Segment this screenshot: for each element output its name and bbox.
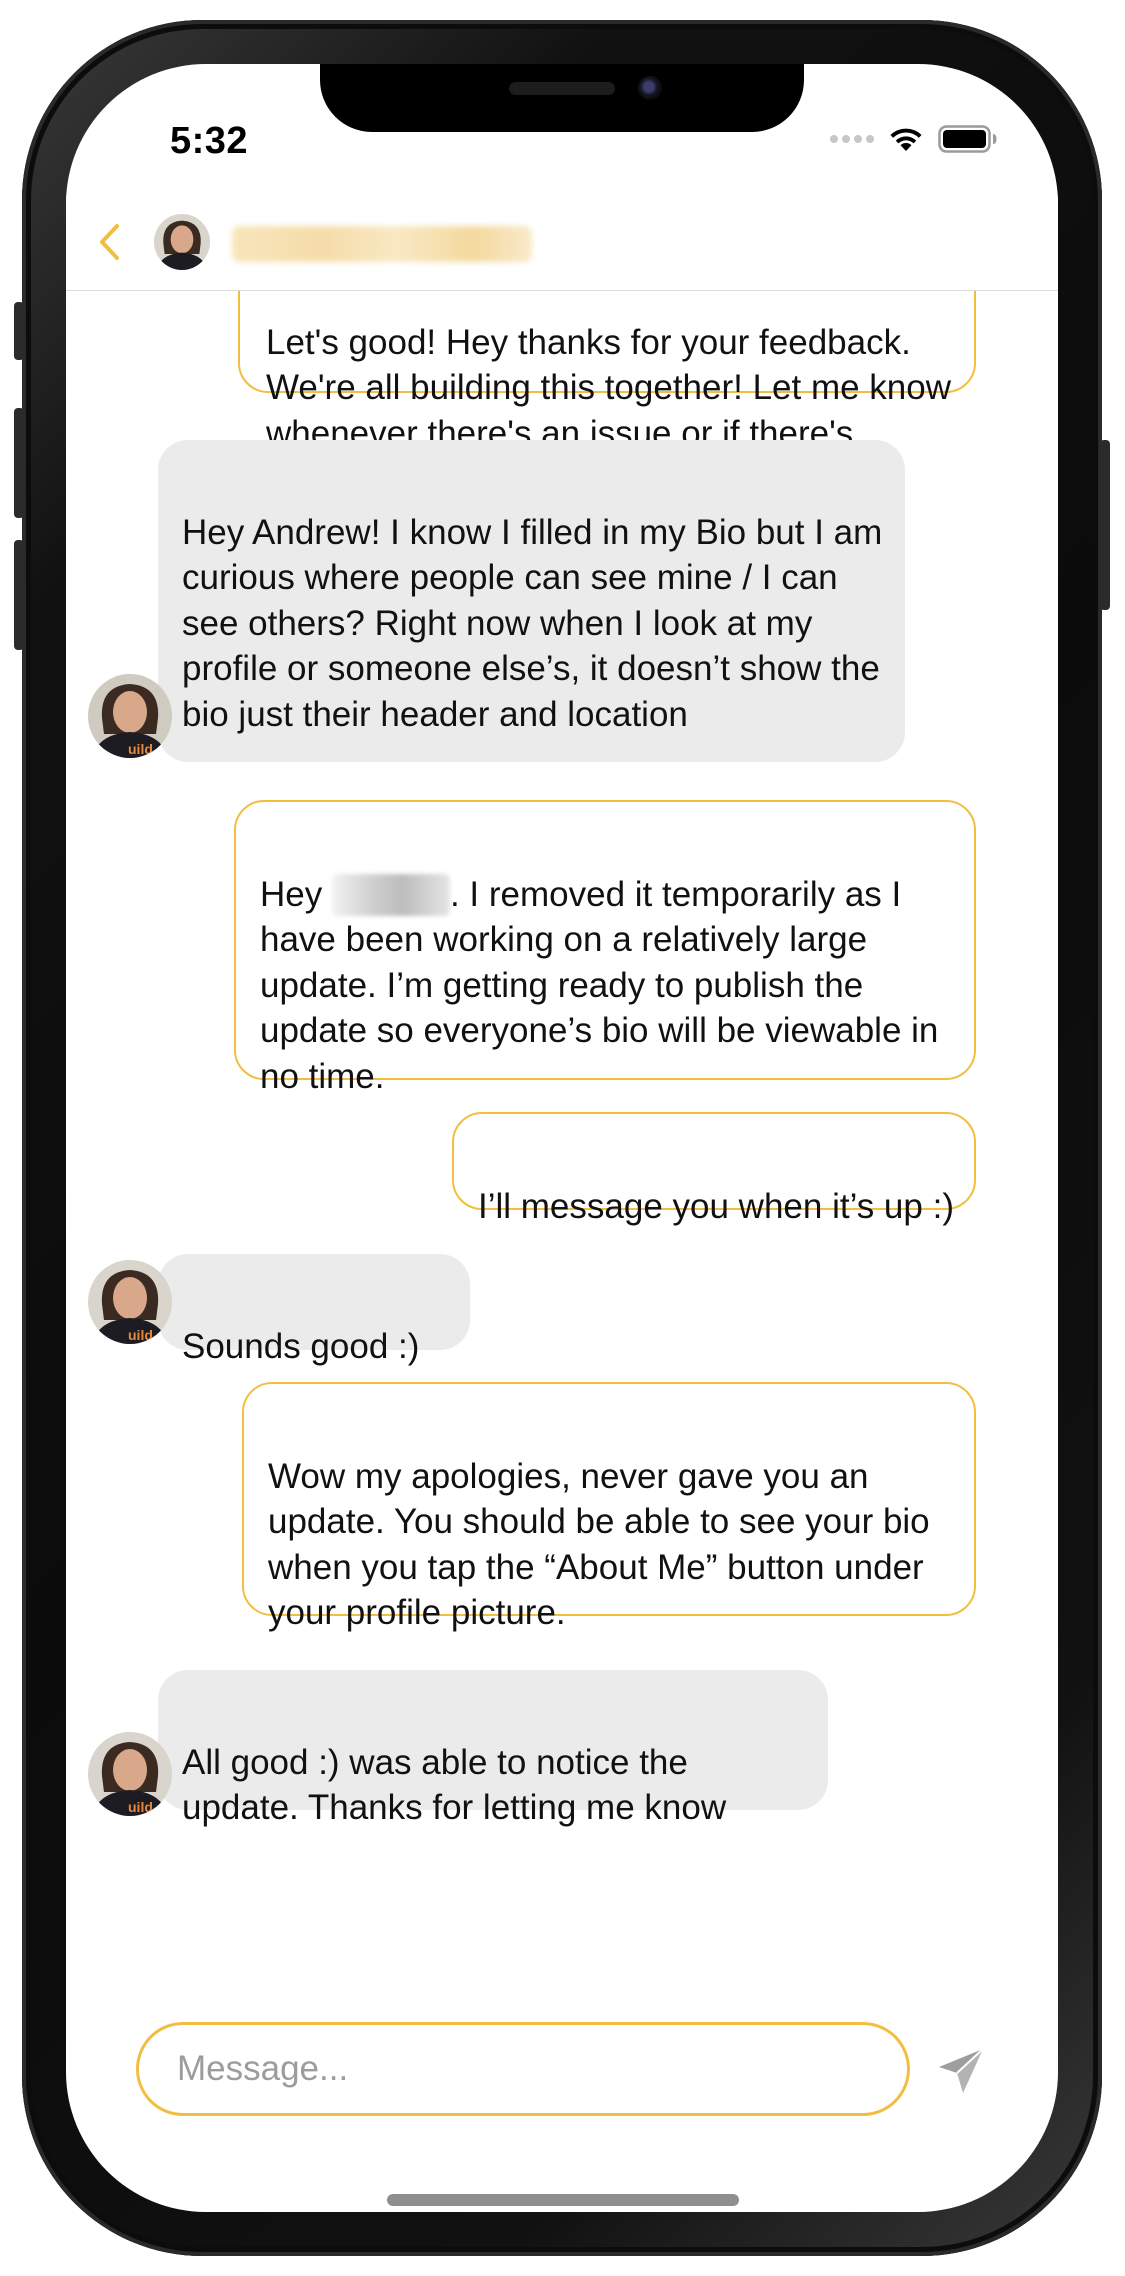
message-text: All good :) was able to notice the updat… xyxy=(182,1742,727,1828)
page: 5:32 Let's good! Hey thanks for your fee… xyxy=(0,0,1125,2276)
contact-avatar[interactable]: uild xyxy=(88,1732,172,1816)
status-time: 5:32 xyxy=(170,120,249,162)
message-composer xyxy=(136,2022,910,2116)
notch xyxy=(320,64,804,132)
battery-icon xyxy=(938,125,997,153)
message-bubble-outgoing: Let's good! Hey thanks for your feedback… xyxy=(238,290,976,544)
svg-text:uild: uild xyxy=(128,741,153,757)
screen: 5:32 Let's good! Hey thanks for your fee… xyxy=(66,64,1058,2212)
message-bubble-incoming: All good :) was able to notice the updat… xyxy=(158,1670,828,1827)
message-text: I’ll message you when it’s up :) xyxy=(478,1186,954,1226)
volume-down-button xyxy=(14,540,24,650)
contact-avatar[interactable]: uild xyxy=(88,674,172,758)
home-indicator[interactable] xyxy=(387,2194,739,2206)
message-bubble-outgoing: I’ll message you when it’s up :) xyxy=(452,1112,976,1226)
svg-text:uild: uild xyxy=(128,1327,153,1343)
cellular-signal-icon xyxy=(830,135,874,143)
contact-name-redacted[interactable] xyxy=(232,226,532,262)
message-text: Hey Andrew! I know I filled in my Bio bu… xyxy=(182,512,883,734)
volume-up-button xyxy=(14,408,24,518)
avatar-photo: uild xyxy=(88,1732,172,1816)
chevron-left-icon xyxy=(100,224,119,260)
contact-avatar[interactable]: uild xyxy=(88,1260,172,1344)
wifi-icon xyxy=(890,128,922,151)
message-bubble-outgoing: Wow my apologies, never gave you an upda… xyxy=(242,1382,976,1632)
send-icon xyxy=(939,2048,984,2093)
message-list[interactable]: Let's good! Hey thanks for your feedback… xyxy=(66,290,1058,2020)
phone-frame: 5:32 Let's good! Hey thanks for your fee… xyxy=(14,20,1110,2256)
power-button xyxy=(1100,440,1110,610)
message-text: Wow my apologies, never gave you an upda… xyxy=(268,1456,930,1633)
message-text: Sounds good :) xyxy=(182,1326,420,1366)
message-bubble-incoming: Hey Andrew! I know I filled in my Bio bu… xyxy=(158,440,905,762)
redacted-name xyxy=(331,873,450,916)
earpiece-speaker xyxy=(509,82,615,95)
front-camera xyxy=(638,76,662,100)
send-button[interactable] xyxy=(932,2042,990,2100)
header-avatar[interactable] xyxy=(154,214,210,270)
message-bubble-outgoing: Hey . I removed it temporarily as I have… xyxy=(234,800,976,1096)
status-icons xyxy=(830,124,998,154)
chat-header xyxy=(66,192,1058,291)
svg-text:uild: uild xyxy=(128,1799,153,1815)
message-input[interactable] xyxy=(175,2048,907,2090)
avatar-photo xyxy=(154,214,210,270)
avatar-photo: uild xyxy=(88,674,172,758)
avatar-photo: uild xyxy=(88,1260,172,1344)
message-bubble-incoming: Sounds good :) xyxy=(158,1254,470,1366)
back-button[interactable] xyxy=(84,212,134,272)
message-text-before: Hey xyxy=(260,874,332,914)
mute-switch xyxy=(14,302,24,360)
